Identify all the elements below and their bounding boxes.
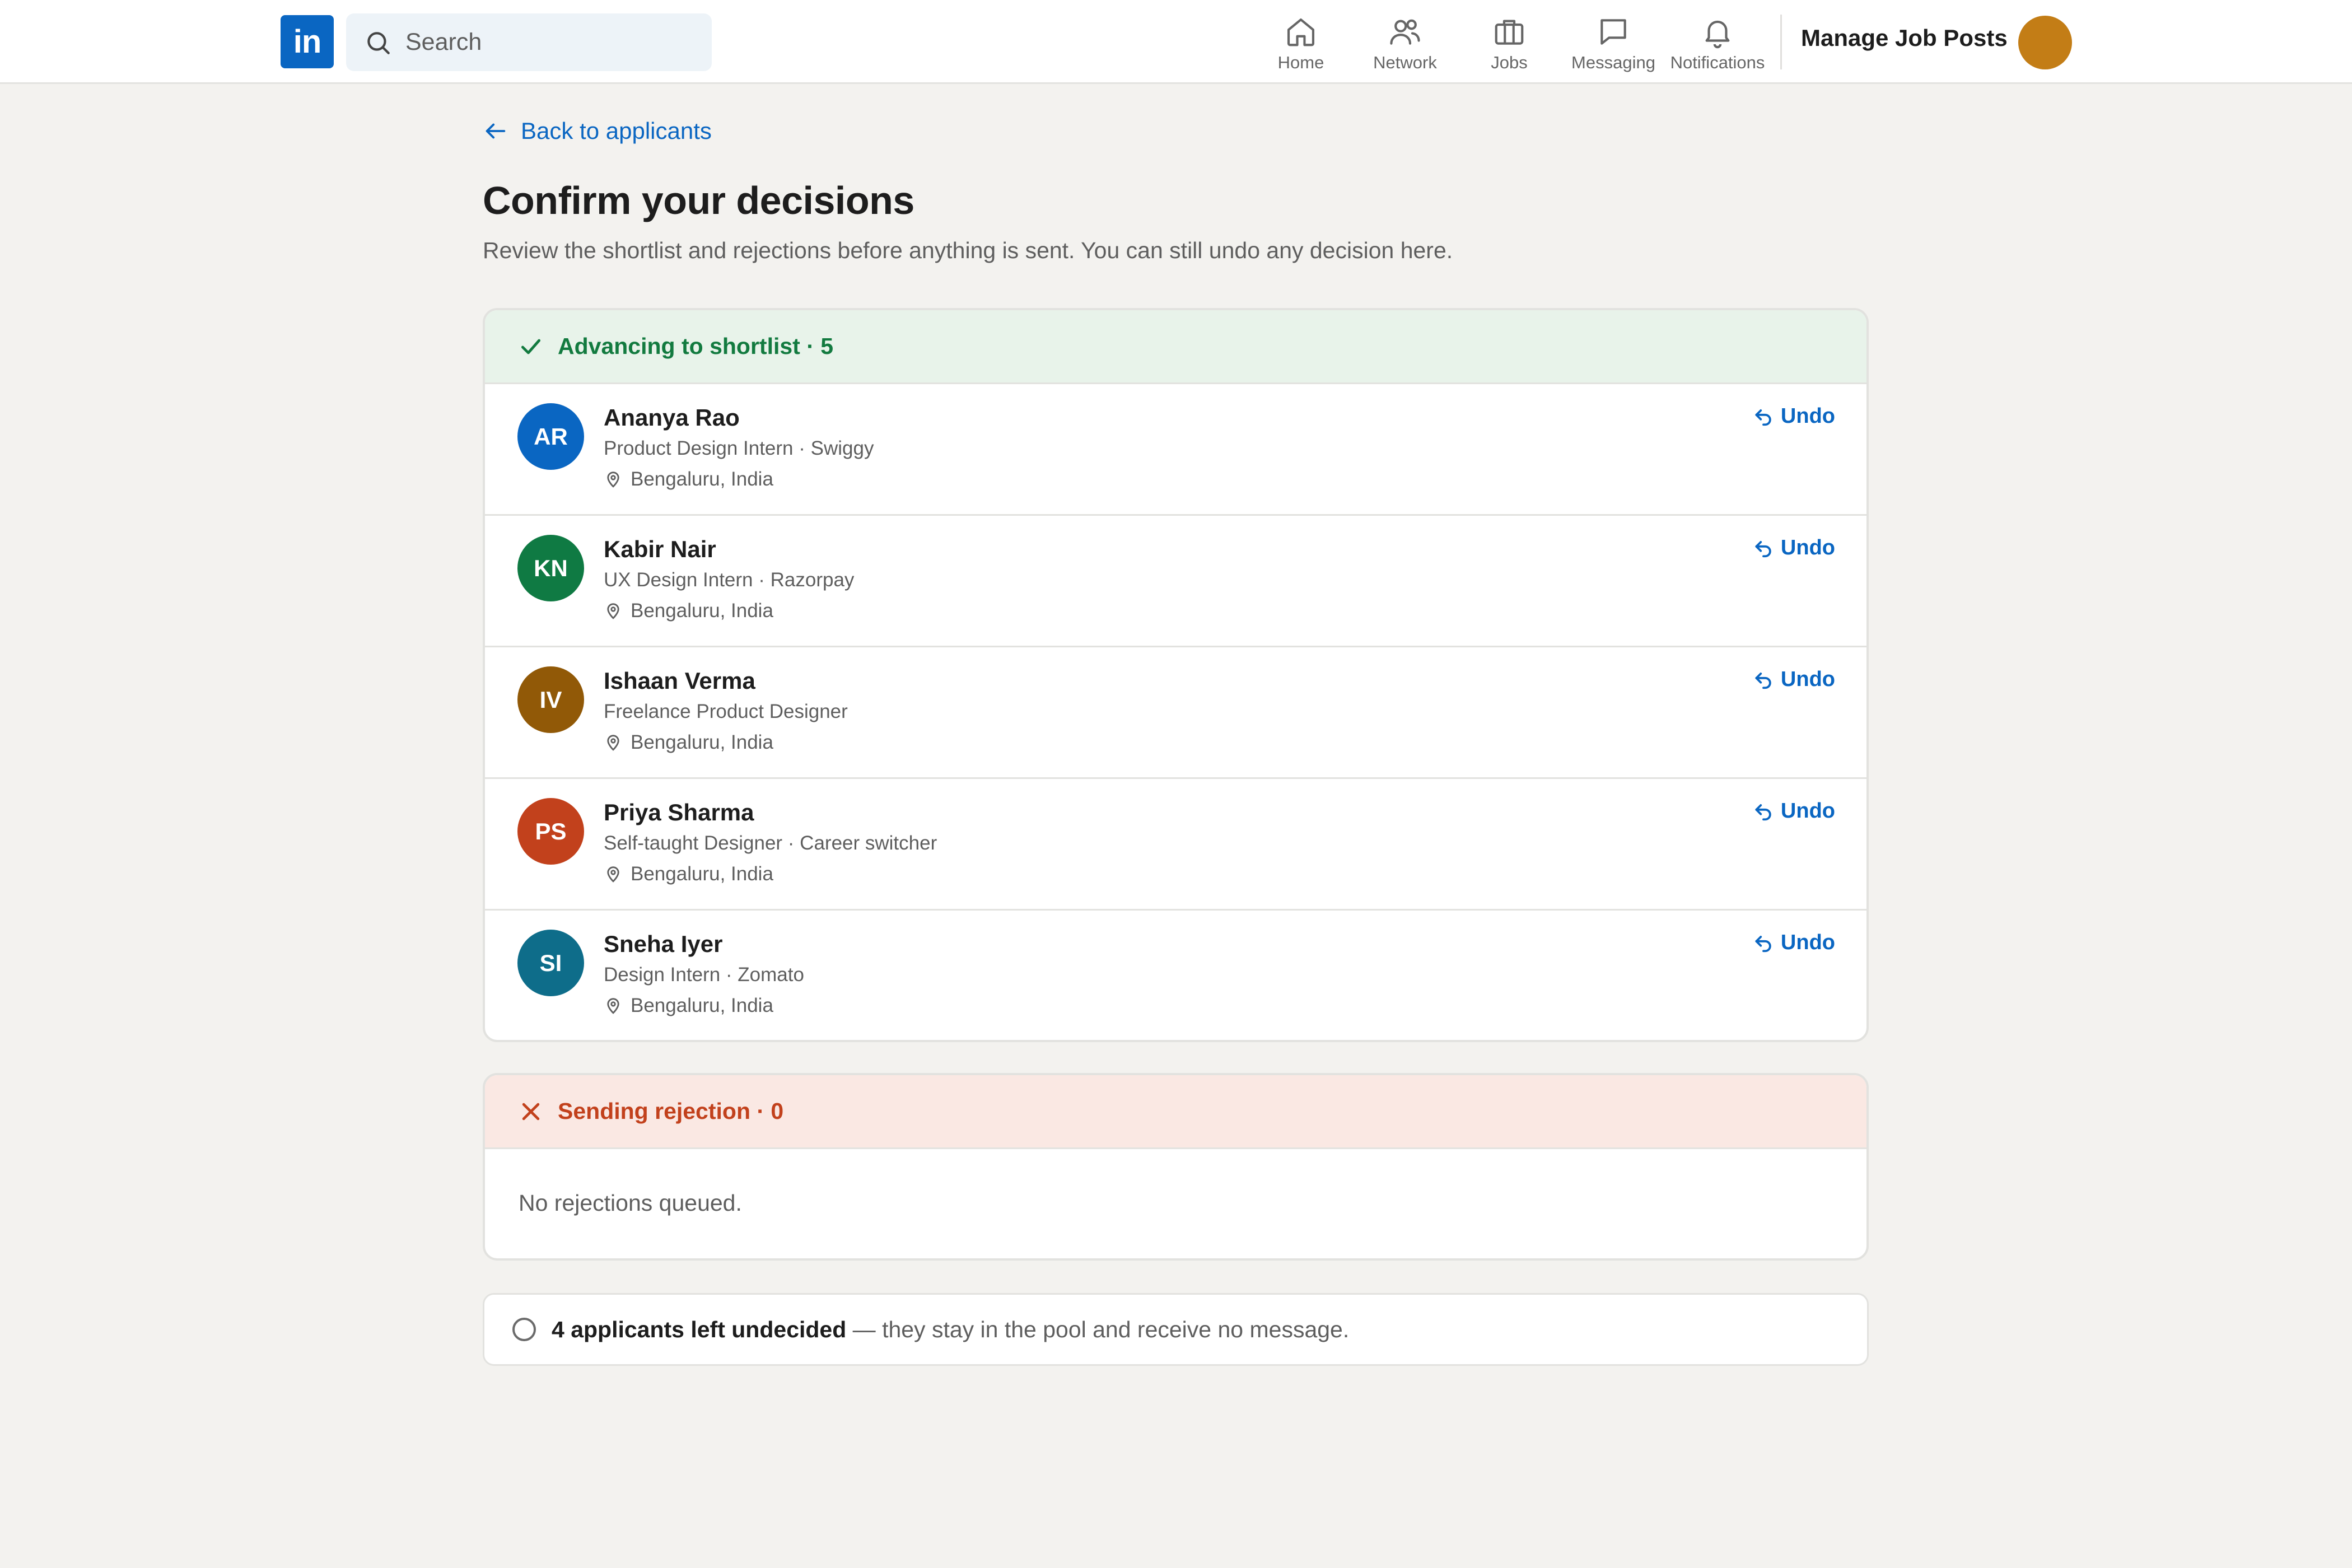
candidate-location: Bengaluru, India	[604, 468, 773, 491]
candidate-location-label: Bengaluru, India	[631, 600, 773, 622]
candidate-name[interactable]: Ananya Rao	[604, 404, 740, 431]
candidate-location-label: Bengaluru, India	[631, 468, 773, 490]
candidate-role: Product Design Intern · Swiggy	[604, 437, 874, 459]
nav-label-notifications: Notifications	[1670, 53, 1765, 72]
jobs-icon	[1495, 20, 1524, 45]
rejection-header-label: Sending rejection · 0	[558, 1098, 784, 1124]
rejection-header: Sending rejection · 0	[485, 1075, 1866, 1149]
candidate-role: Freelance Product Designer	[604, 701, 848, 722]
undecided-banner: 4 applicants left undecided — they stay …	[483, 1293, 1869, 1366]
location-pin-icon	[607, 603, 619, 619]
check-icon	[521, 339, 541, 354]
nav-label-jobs: Jobs	[1491, 53, 1528, 72]
location-pin-icon	[607, 866, 619, 883]
candidate-name[interactable]: Ishaan Verma	[604, 668, 755, 694]
undo-label: Undo	[1780, 668, 1835, 691]
nav-item-messaging[interactable]: Messaging	[1561, 11, 1665, 76]
candidate-name[interactable]: Sneha Iyer	[604, 931, 722, 958]
nav-label-messaging: Messaging	[1571, 53, 1655, 72]
candidate-avatar: IV	[517, 666, 584, 733]
candidate-avatar: PS	[517, 798, 584, 865]
candidate-role: Design Intern · Zomato	[604, 964, 804, 986]
undo-label: Undo	[1780, 931, 1835, 954]
candidate-name[interactable]: Priya Sharma	[604, 799, 754, 826]
undo-icon	[1755, 935, 1771, 952]
undo-label: Undo	[1780, 404, 1835, 428]
location-pin-icon	[607, 998, 619, 1014]
close-icon	[522, 1103, 540, 1120]
candidate-location: Bengaluru, India	[604, 863, 773, 885]
location-pin-icon	[607, 472, 619, 488]
candidate-row: AR Ananya Rao Product Design Intern · Swig…	[485, 384, 1866, 516]
circle-icon	[512, 1318, 536, 1341]
nav-divider	[1780, 15, 1782, 69]
undo-icon	[1755, 672, 1771, 689]
candidate-row: SI Sneha Iyer Design Intern · Zomato Bengal…	[485, 911, 1866, 1040]
shortlist-header-label: Advancing to shortlist · 5	[558, 333, 834, 359]
home-icon	[1287, 18, 1315, 46]
nav-item-notifications[interactable]: Notifications	[1665, 11, 1770, 76]
rejection-card: Sending rejection · 0 No rejections queu…	[483, 1073, 1869, 1261]
undo-icon	[1755, 540, 1771, 557]
undo-button[interactable]: Undo	[1753, 404, 1835, 428]
notifications-icon	[1705, 20, 1730, 49]
location-pin-icon	[607, 735, 619, 751]
undo-label: Undo	[1780, 799, 1835, 823]
back-link-label: Back to applicants	[521, 118, 712, 144]
page-title: Confirm your decisions	[483, 179, 914, 222]
undo-button[interactable]: Undo	[1753, 799, 1835, 823]
network-icon	[1390, 19, 1420, 45]
back-to-applicants-link[interactable]: Back to applicants	[483, 118, 712, 144]
nav-item-jobs[interactable]: Jobs	[1457, 11, 1561, 76]
candidate-location-label: Bengaluru, India	[631, 995, 773, 1016]
candidate-avatar: SI	[517, 930, 584, 996]
messaging-icon	[1600, 19, 1626, 45]
undo-icon	[1755, 804, 1771, 820]
page-subtitle: Review the shortlist and rejections befo…	[483, 237, 1453, 263]
undo-button[interactable]: Undo	[1753, 536, 1835, 560]
candidate-row: KN Kabir Nair UX Design Intern · Razorpay B…	[485, 516, 1866, 647]
nav-label-home: Home	[1277, 53, 1324, 72]
nav-item-home[interactable]: Home	[1249, 11, 1353, 76]
undo-button[interactable]: Undo	[1753, 931, 1835, 955]
nav-label-network: Network	[1373, 53, 1437, 72]
user-avatar[interactable]	[2018, 16, 2072, 69]
candidate-location: Bengaluru, India	[604, 995, 773, 1017]
undecided-count: 4 applicants left undecided	[552, 1316, 847, 1342]
nav-items: Home Network Jobs Messaging Notification…	[1249, 11, 1770, 76]
candidate-row: IV Ishaan Verma Freelance Product Designer…	[485, 647, 1866, 779]
candidate-row: PS Priya Sharma Self-taught Designer · Car…	[485, 779, 1866, 911]
search-input[interactable]	[405, 29, 697, 56]
candidate-avatar: KN	[517, 535, 584, 601]
search-bar[interactable]	[346, 13, 712, 71]
undo-button[interactable]: Undo	[1753, 668, 1835, 692]
undo-icon	[1755, 409, 1771, 426]
candidate-role: Self-taught Designer · Career switcher	[604, 832, 937, 854]
nav-item-network[interactable]: Network	[1353, 11, 1457, 76]
undecided-description: — they stay in the pool and receive no m…	[846, 1316, 1350, 1342]
candidate-location: Bengaluru, India	[604, 731, 773, 754]
candidate-location: Bengaluru, India	[604, 600, 773, 622]
shortlist-card: Advancing to shortlist · 5 AR Ananya Rao P…	[483, 308, 1869, 1042]
search-icon	[367, 31, 390, 54]
undo-label: Undo	[1780, 536, 1835, 559]
candidate-name[interactable]: Kabir Nair	[604, 536, 716, 563]
linkedin-logo[interactable]: in	[281, 15, 334, 68]
candidate-role: UX Design Intern · Razorpay	[604, 569, 855, 591]
shortlist-list: AR Ananya Rao Product Design Intern · Swig…	[485, 384, 1866, 1040]
manage-job-posts-link[interactable]: Manage Job Posts	[1801, 25, 2008, 52]
top-nav: in Home Network Jobs	[0, 0, 2352, 84]
candidate-location-label: Bengaluru, India	[631, 731, 773, 753]
candidate-avatar: AR	[517, 403, 584, 470]
arrow-left-icon	[486, 123, 506, 139]
no-rejections-message: No rejections queued.	[519, 1190, 742, 1216]
shortlist-header: Advancing to shortlist · 5	[485, 310, 1866, 384]
candidate-location-label: Bengaluru, India	[631, 863, 773, 885]
